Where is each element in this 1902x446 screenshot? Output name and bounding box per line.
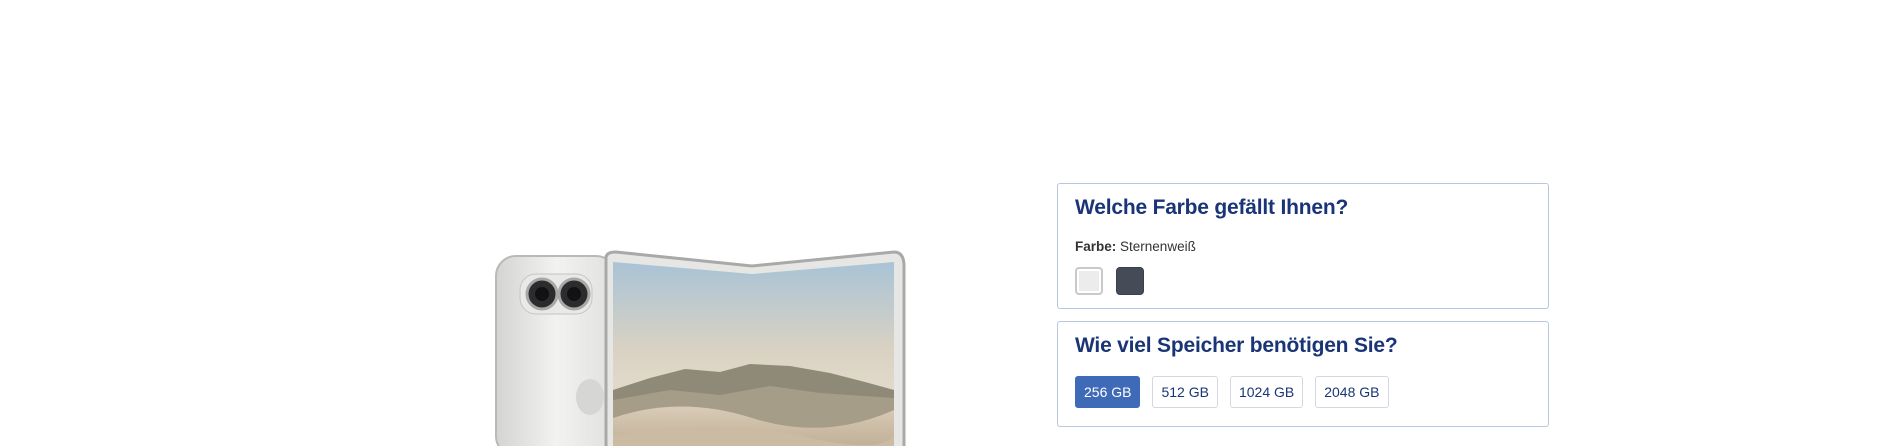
color-section-title: Welche Farbe gefällt Ihnen? xyxy=(1075,196,1349,219)
storage-option-512[interactable]: 512 GB xyxy=(1152,376,1218,408)
color-selection-card: Welche Farbe gefällt Ihnen? Farbe: Stern… xyxy=(1057,183,1549,309)
storage-section-title: Wie viel Speicher benötigen Sie? xyxy=(1075,334,1398,357)
storage-options: 256 GB 512 GB 1024 GB 2048 GB xyxy=(1075,376,1389,408)
color-selected-label: Farbe: Sternenweiß xyxy=(1075,239,1196,254)
color-label: Farbe: xyxy=(1075,239,1117,254)
storage-option-256[interactable]: 256 GB xyxy=(1075,376,1141,408)
color-swatch-white[interactable] xyxy=(1075,267,1103,295)
storage-option-2048[interactable]: 2048 GB xyxy=(1315,376,1389,408)
storage-selection-card: Wie viel Speicher benötigen Sie? 256 GB … xyxy=(1057,321,1549,427)
product-image xyxy=(480,240,920,446)
color-selected-value: Sternenweiß xyxy=(1120,239,1196,254)
storage-option-1024[interactable]: 1024 GB xyxy=(1229,376,1304,408)
color-swatch-dark[interactable] xyxy=(1116,267,1144,295)
color-swatches xyxy=(1075,267,1144,295)
